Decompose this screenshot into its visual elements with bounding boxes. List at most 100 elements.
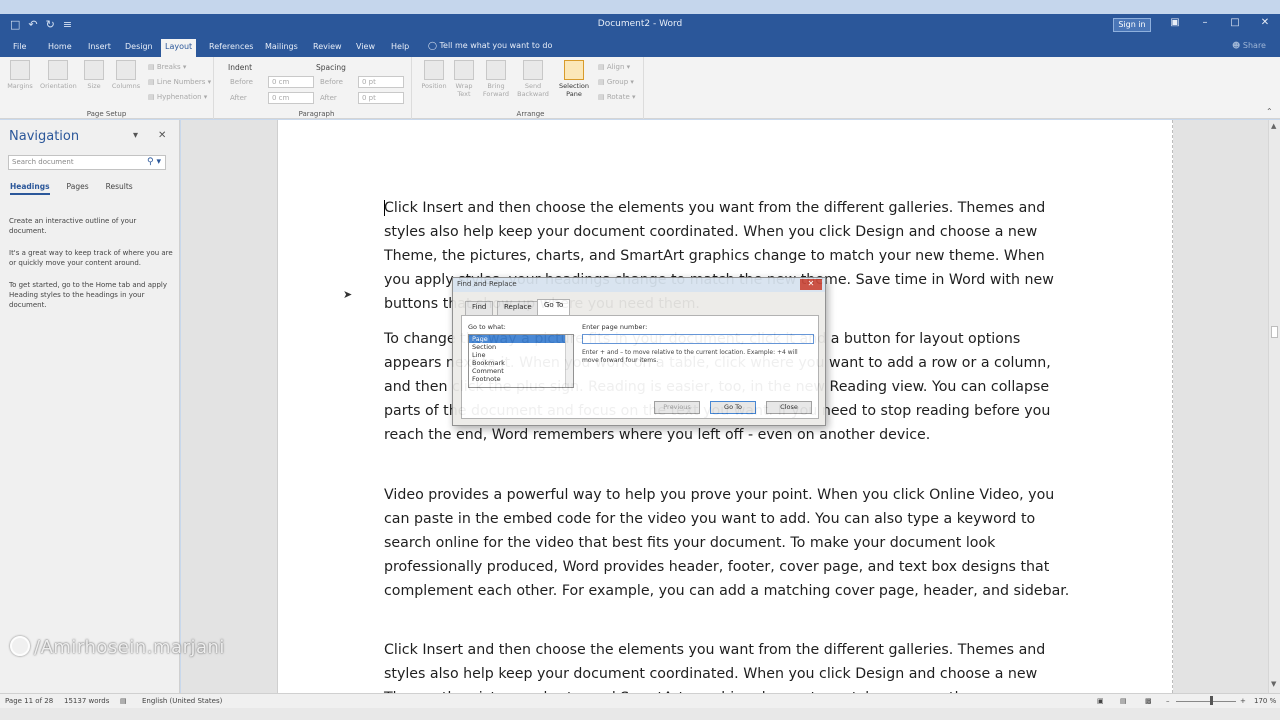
- tab-design[interactable]: Design: [121, 40, 157, 57]
- spacing-after-input[interactable]: 0 pt: [358, 92, 404, 104]
- ribbon-display-icon[interactable]: ▣: [1160, 17, 1190, 28]
- share-button[interactable]: ☻ Share: [1232, 41, 1266, 50]
- selection-pane-icon: [564, 60, 584, 80]
- orientation-label: Orientation: [40, 82, 77, 90]
- watermark-text: /Amirhosein.marjani: [34, 637, 225, 658]
- margins-button[interactable]: Margins: [6, 60, 34, 90]
- tell-me-box[interactable]: ◯ Tell me what you want to do: [428, 41, 552, 50]
- list-item[interactable]: Bookmark: [469, 359, 573, 367]
- tab-help[interactable]: Help: [387, 40, 413, 57]
- orientation-button[interactable]: Orientation: [40, 60, 77, 90]
- spacing-title: Spacing: [316, 63, 346, 72]
- nav-options-icon[interactable]: ▾: [133, 130, 138, 141]
- maximize-icon[interactable]: □: [1220, 17, 1250, 28]
- list-item[interactable]: Line: [469, 351, 573, 359]
- dialog-tab-find[interactable]: Find: [465, 301, 494, 315]
- line-numbers-button[interactable]: ▤ Line Numbers ▾: [148, 78, 211, 86]
- page-count[interactable]: Page 11 of 28: [5, 697, 53, 705]
- paragraph-3[interactable]: Video provides a powerful way to help yo…: [384, 483, 1074, 603]
- language-status[interactable]: English (United States): [142, 697, 222, 705]
- web-layout-icon[interactable]: ▩: [1145, 697, 1152, 705]
- breaks-label: Breaks: [156, 63, 181, 71]
- tab-references[interactable]: References: [205, 40, 257, 57]
- dialog-close-button[interactable]: Close: [766, 401, 812, 414]
- margins-label: Margins: [7, 82, 33, 90]
- list-item[interactable]: Comment: [469, 367, 573, 375]
- tab-mailings[interactable]: Mailings: [261, 40, 302, 57]
- hyphenation-button[interactable]: ▤ Hyphenation ▾: [148, 93, 207, 101]
- size-button[interactable]: Size: [80, 60, 108, 90]
- search-icon[interactable]: ⚲ ▾: [147, 156, 161, 169]
- selection-pane-button[interactable]: Selection Pane: [556, 60, 592, 98]
- send-backward-button[interactable]: Send Backward: [516, 60, 550, 98]
- dialog-title: Find and Replace: [453, 278, 825, 292]
- tab-insert[interactable]: Insert: [84, 40, 115, 57]
- print-layout-icon[interactable]: ▤: [1120, 697, 1127, 705]
- tab-results[interactable]: Results: [106, 182, 133, 195]
- go-to-what-label: Go to what:: [468, 323, 506, 331]
- spacing-before-label: Before: [320, 78, 343, 86]
- read-mode-icon[interactable]: ▣: [1097, 697, 1104, 705]
- zoom-slider-thumb[interactable]: [1210, 696, 1213, 705]
- navigation-pane: Navigation ▾ ✕ Search document ⚲ ▾ Headi…: [0, 120, 180, 693]
- spacing-before-input[interactable]: 0 pt: [358, 76, 404, 88]
- ribbon-tabs: File Home Insert Design Layout Reference…: [0, 37, 1280, 57]
- dialog-tab-go-to[interactable]: Go To: [537, 299, 571, 315]
- tab-review[interactable]: Review: [309, 40, 346, 57]
- bring-forward-button[interactable]: Bring Forward: [480, 60, 512, 98]
- close-icon[interactable]: ✕: [1250, 17, 1280, 28]
- tab-pages[interactable]: Pages: [67, 182, 89, 195]
- list-item[interactable]: Footnote: [469, 375, 573, 383]
- minimize-icon[interactable]: –: [1190, 17, 1220, 28]
- tab-home[interactable]: Home: [44, 40, 76, 57]
- search-document-input[interactable]: Search document ⚲ ▾: [8, 155, 166, 170]
- indent-after-input[interactable]: 0 cm: [268, 92, 314, 104]
- word-count[interactable]: 15137 words: [64, 697, 109, 705]
- previous-button[interactable]: Previous: [654, 401, 700, 414]
- tab-headings[interactable]: Headings: [10, 182, 50, 195]
- breaks-button[interactable]: ▤ Breaks ▾: [148, 63, 186, 71]
- window-title: Document2 - Word: [597, 19, 683, 29]
- align-button[interactable]: ▤ Align ▾: [598, 63, 630, 71]
- wrap-text-button[interactable]: Wrap Text: [450, 60, 478, 98]
- zoom-out-icon[interactable]: –: [1166, 697, 1170, 705]
- scroll-up-icon[interactable]: ▲: [1271, 122, 1276, 130]
- nav-help-1: Create an interactive outline of your do…: [9, 217, 137, 235]
- nav-help-3: To get started, go to the Home tab and a…: [9, 281, 167, 309]
- dialog-tab-replace[interactable]: Replace: [497, 301, 539, 315]
- page-setup-label: Page Setup: [86, 110, 127, 118]
- selection-pane-label: Selection Pane: [559, 82, 589, 98]
- list-item[interactable]: Page: [469, 335, 573, 343]
- position-button[interactable]: Position: [420, 60, 448, 90]
- tab-file[interactable]: File: [9, 40, 30, 57]
- page-number-input[interactable]: [582, 334, 814, 344]
- go-to-what-list[interactable]: Page Section Line Bookmark Comment Footn…: [468, 334, 574, 388]
- position-label: Position: [421, 82, 447, 90]
- scroll-down-icon[interactable]: ▼: [1271, 680, 1276, 688]
- margins-icon: [10, 60, 30, 80]
- vertical-scrollbar[interactable]: ▲ ▼: [1268, 120, 1280, 693]
- zoom-slider[interactable]: [1176, 701, 1236, 702]
- columns-button[interactable]: Columns: [110, 60, 142, 90]
- list-scrollbar[interactable]: [565, 335, 573, 387]
- status-bar: Page 11 of 28 15137 words ▤ English (Uni…: [0, 693, 1280, 708]
- nav-close-icon[interactable]: ✕: [158, 130, 166, 141]
- scroll-thumb[interactable]: [1271, 326, 1278, 338]
- go-to-button[interactable]: Go To: [710, 401, 756, 414]
- indent-before-input[interactable]: 0 cm: [268, 76, 314, 88]
- tab-view[interactable]: View: [352, 40, 379, 57]
- zoom-level[interactable]: 170 %: [1254, 697, 1276, 705]
- group-button[interactable]: ▤ Group ▾: [598, 78, 634, 86]
- bring-forward-label: Bring Forward: [482, 82, 510, 98]
- mouse-pointer-icon: ➤: [343, 288, 353, 301]
- list-item[interactable]: Section: [469, 343, 573, 351]
- dialog-close-icon[interactable]: ✕: [800, 279, 822, 290]
- wrap-text-label: Wrap Text: [455, 82, 473, 98]
- rotate-button[interactable]: ▤ Rotate ▾: [598, 93, 636, 101]
- collapse-ribbon-icon[interactable]: ⌃: [1266, 107, 1273, 116]
- send-backward-icon: [523, 60, 543, 80]
- tab-layout[interactable]: Layout: [161, 39, 197, 57]
- proofing-icon[interactable]: ▤: [120, 697, 127, 705]
- zoom-in-icon[interactable]: +: [1240, 697, 1246, 705]
- sign-in-button[interactable]: Sign in: [1113, 18, 1151, 32]
